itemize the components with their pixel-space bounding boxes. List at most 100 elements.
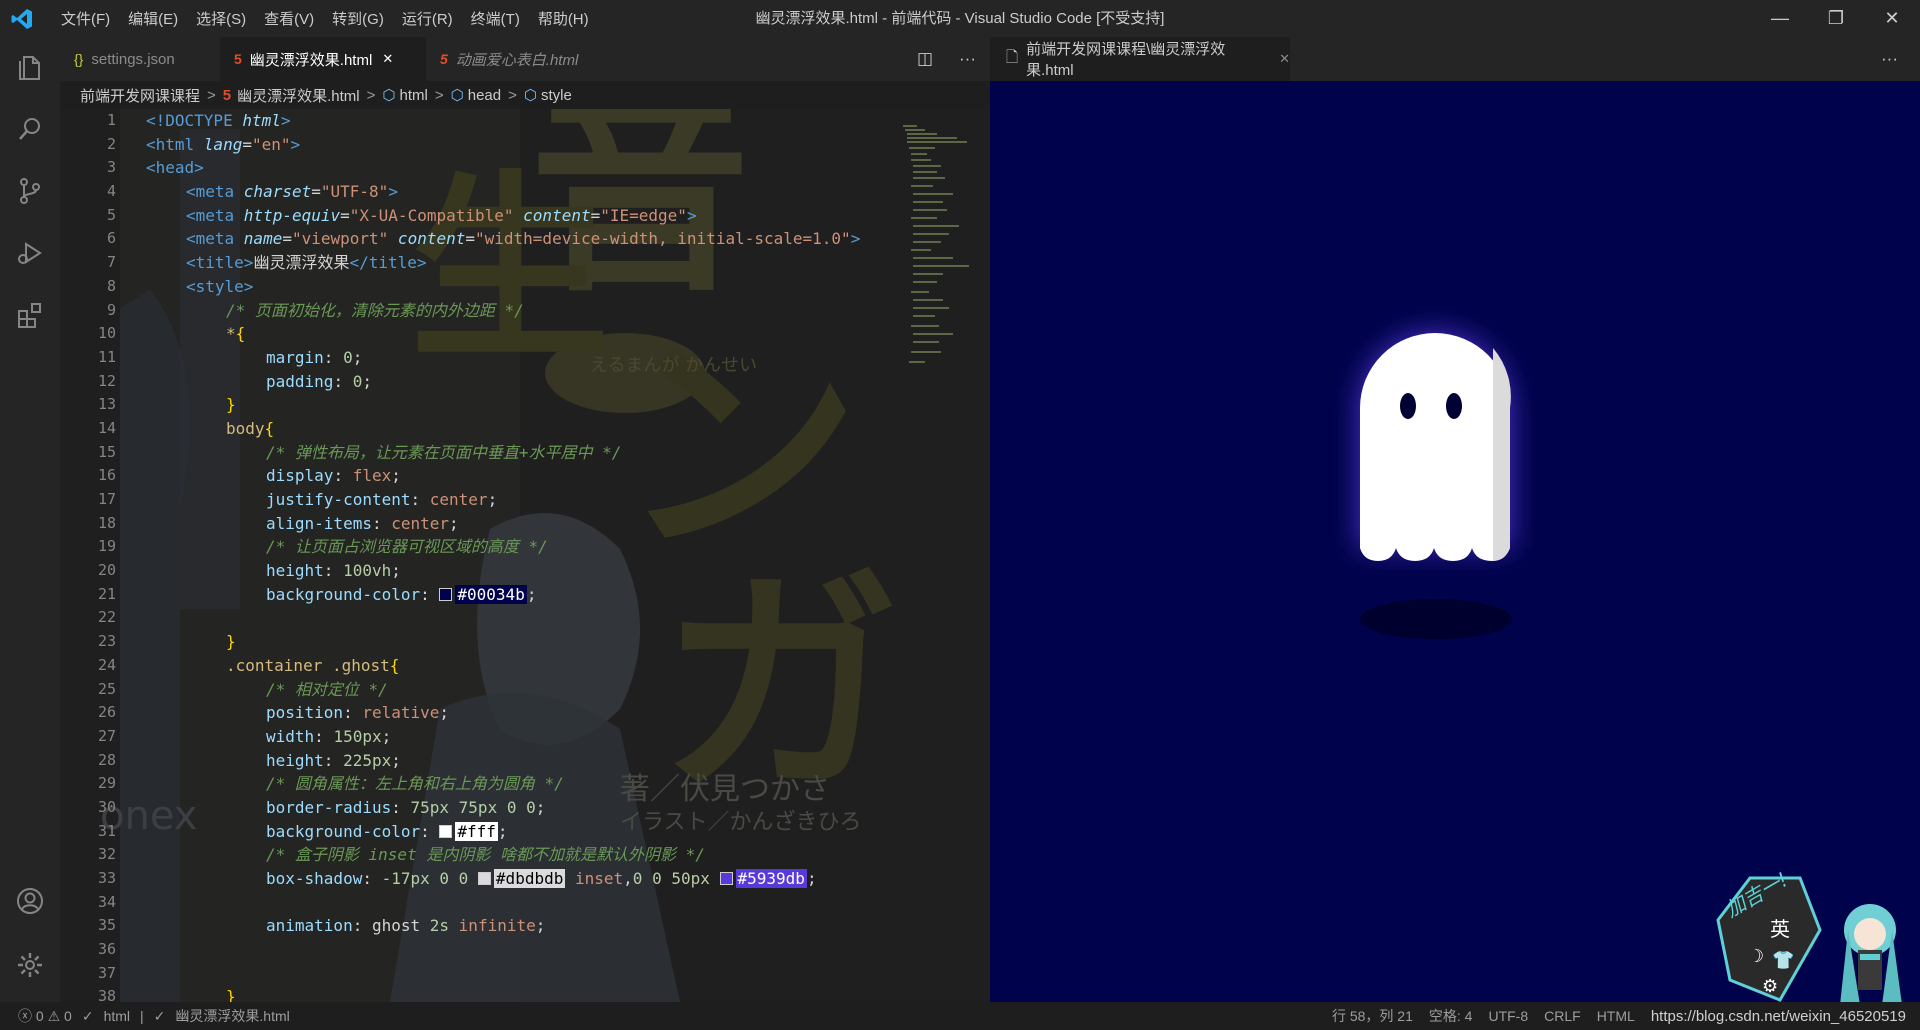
settings-gear-icon[interactable]	[14, 949, 46, 981]
code-line: display: flex;	[266, 466, 401, 486]
breadcrumb-html[interactable]: html	[400, 87, 428, 104]
menu-help[interactable]: 帮助(H)	[529, 8, 598, 29]
color-swatch[interactable]	[439, 587, 453, 601]
code-line: /* 相对定位 */	[266, 679, 388, 699]
warning-icon: ⚠	[47, 1008, 61, 1024]
gear-icon: ⚙	[1762, 976, 1778, 996]
browser-preview[interactable]	[990, 81, 1920, 1002]
ghost-body	[1360, 333, 1510, 561]
preview-tab-bar: 🗋 前端开发网课课程\幽灵漂浮效果.html ✕ ···	[990, 37, 1920, 81]
language-mode[interactable]: HTML	[1597, 1008, 1635, 1024]
breadcrumb-file[interactable]: 幽灵漂浮效果.html	[237, 85, 360, 106]
ime-widget[interactable]: 加吉一! 英 ☽ 👕 ⚙	[1710, 870, 1920, 1010]
chevron-right-icon: >	[207, 86, 216, 104]
element-cube-icon: ⬡	[523, 87, 537, 104]
source-control-icon[interactable]	[14, 175, 46, 207]
line-number: 36	[97, 940, 116, 959]
line-number: 14	[97, 418, 116, 437]
vscode-logo-icon	[11, 9, 32, 29]
menu-edit[interactable]: 编辑(E)	[119, 8, 187, 29]
tab-heart-html[interactable]: 5 动画爱心表白.html	[426, 37, 606, 81]
eol[interactable]: CRLF	[1544, 1008, 1581, 1024]
line-number: 18	[97, 513, 116, 532]
close-window-button[interactable]: ✕	[1864, 0, 1920, 37]
more-actions-icon[interactable]: ···	[1881, 49, 1898, 69]
file-icon: 🗋	[1006, 48, 1019, 66]
account-icon[interactable]	[14, 885, 46, 917]
color-swatch[interactable]	[719, 872, 733, 885]
menu-terminal[interactable]: 终端(T)	[462, 8, 529, 29]
breadcrumb-folder[interactable]: 前端开发网课课程	[80, 85, 200, 106]
more-actions-icon[interactable]: ···	[959, 49, 976, 69]
lang-check-label[interactable]: html	[104, 1008, 130, 1024]
html5-icon: 5	[234, 51, 242, 67]
indentation[interactable]: 空格: 4	[1429, 1006, 1473, 1026]
code-line: <meta http-equiv="X-UA-Compatible" conte…	[186, 205, 697, 225]
code-line: }	[226, 632, 236, 652]
chevron-right-icon: >	[508, 86, 517, 104]
line-number: 28	[97, 750, 116, 769]
menu-go[interactable]: 转到(G)	[323, 8, 393, 29]
ghost-right-eye	[1446, 393, 1462, 419]
tab-settings-json[interactable]: {} settings.json	[60, 37, 220, 81]
encoding[interactable]: UTF-8	[1488, 1008, 1528, 1024]
minimap[interactable]	[903, 125, 975, 385]
line-number: 4	[106, 182, 116, 201]
code-line: /* 页面初始化，清除元素的内外边距 */	[226, 300, 524, 320]
code-line: box-shadow: -17px 0 0 #dbdbdb inset,0 0 …	[266, 869, 817, 888]
menu-file[interactable]: 文件(F)	[52, 8, 119, 29]
check-icon: ✓	[81, 1007, 94, 1024]
line-number: 33	[97, 869, 116, 887]
code-lines[interactable]: <!DOCTYPE html> <html lang="en"> <head> …	[146, 109, 986, 1002]
tab-ghost-html[interactable]: 5 幽灵漂浮效果.html ✕	[220, 37, 426, 81]
tab-label: 动画爱心表白.html	[455, 51, 579, 69]
menu-view[interactable]: 查看(V)	[255, 8, 323, 29]
breadcrumb-head[interactable]: head	[468, 87, 501, 104]
run-debug-icon[interactable]	[14, 237, 46, 269]
search-icon[interactable]	[14, 113, 46, 145]
tab-label: 幽灵漂浮效果.html	[249, 51, 373, 69]
line-number: 10	[97, 324, 116, 343]
color-swatch[interactable]	[439, 824, 453, 838]
breadcrumb: 前端开发网课课程 > 5 幽灵漂浮效果.html > ⬡ html > ⬡ he…	[60, 81, 990, 109]
element-cube-icon: ⬡	[382, 87, 396, 104]
breadcrumb-style[interactable]: style	[541, 87, 572, 104]
maximize-button[interactable]: ❐	[1808, 0, 1864, 37]
code-editor[interactable]: 音 生 ン ガ えるまんが かんせい 著／伏見つかさ イラスト／かんざきひろ o…	[60, 109, 990, 1002]
menu-run[interactable]: 运行(R)	[393, 8, 462, 29]
line-number: 19	[97, 537, 116, 556]
close-tab-icon[interactable]: ✕	[382, 51, 393, 67]
code-line: /* 圆角属性：左上角和右上角为圆角 */	[266, 774, 564, 794]
code-line: }	[226, 987, 236, 1002]
preview-panel: 🗋 前端开发网课课程\幽灵漂浮效果.html ✕ ···	[990, 37, 1920, 1002]
close-tab-icon[interactable]: ✕	[1279, 51, 1290, 67]
html5-icon: 5	[222, 86, 232, 104]
problems-indicator[interactable]: ⓧ 0 ⚠ 0	[18, 1006, 72, 1026]
tab-label: settings.json	[91, 50, 175, 68]
cursor-position[interactable]: 行 58，列 21	[1332, 1006, 1413, 1026]
tab-label: 前端开发网课课程\幽灵漂浮效果.html	[1026, 41, 1226, 79]
menu-selection[interactable]: 选择(S)	[187, 8, 255, 29]
split-editor-icon[interactable]: ◫	[917, 49, 933, 69]
code-line: background-color: #00034b;	[266, 584, 537, 604]
code-line: }	[226, 395, 236, 415]
code-line: <style>	[186, 276, 254, 296]
extensions-icon[interactable]	[14, 299, 46, 331]
line-number: 13	[97, 395, 116, 414]
title-bar: 文件(F) 编辑(E) 选择(S) 查看(V) 转到(G) 运行(R) 终端(T…	[0, 0, 1920, 37]
tab-preview[interactable]: 🗋 前端开发网课课程\幽灵漂浮效果.html ✕	[990, 37, 1290, 81]
watermark-text: https://blog.csdn.net/weixin_46520519	[1650, 1007, 1906, 1025]
html5-icon: 5	[440, 51, 448, 67]
status-left: ⓧ 0 ⚠ 0 ✓ html | ✓ 幽灵漂浮效果.html	[18, 1006, 290, 1026]
activity-bar	[0, 37, 60, 1002]
file-check-label[interactable]: 幽灵漂浮效果.html	[175, 1006, 289, 1026]
code-line: margin: 0;	[266, 347, 363, 367]
code-line: <meta name="viewport" content="width=dev…	[186, 229, 861, 249]
code-line: position: relative;	[266, 703, 450, 723]
color-swatch[interactable]	[477, 872, 491, 885]
minimize-button[interactable]: —	[1752, 0, 1808, 37]
code-line: /* 盒子阴影 inset 是内阴影 啥都不加就是默认外阴影 */	[266, 845, 705, 865]
files-icon[interactable]	[14, 51, 46, 83]
chevron-right-icon: >	[434, 86, 444, 104]
chevron-right-icon: >	[366, 86, 376, 104]
